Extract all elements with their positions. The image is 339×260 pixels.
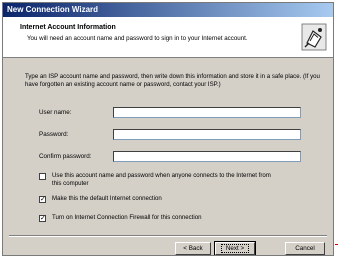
firewall-label: Turn on Internet Connection Firewall for… <box>52 214 202 221</box>
back-button[interactable]: < Back <box>175 242 211 255</box>
header-title: Internet Account Information <box>20 24 116 31</box>
cancel-button[interactable]: Cancel <box>285 242 325 255</box>
use-account-checkbox[interactable] <box>39 173 46 180</box>
red-marker <box>335 244 338 245</box>
wizard-window: New Connection Wizard Internet Account I… <box>2 2 334 256</box>
confirm-password-input[interactable] <box>113 151 301 162</box>
use-account-line2: this computer <box>52 179 89 187</box>
check-mark-icon: ✓ <box>40 196 46 203</box>
default-connection-label: Make this the default Internet connectio… <box>52 195 162 202</box>
password-label: Password: <box>39 131 68 138</box>
next-button-label: Next > <box>220 244 250 253</box>
confirm-password-label-text: Confirm password: <box>39 153 92 160</box>
check-mark-icon: ✓ <box>40 215 46 222</box>
button-separator <box>9 235 327 237</box>
next-button[interactable]: Next > <box>214 241 256 255</box>
user-name-label: User name: <box>39 109 72 116</box>
default-connection-checkbox[interactable]: ✓ <box>39 196 46 203</box>
wizard-header: Internet Account Information You will ne… <box>3 17 333 58</box>
connection-wizard-icon <box>301 23 327 51</box>
title-bar: New Connection Wizard <box>3 3 333 17</box>
password-label-text: Password: <box>39 131 69 138</box>
firewall-checkbox[interactable]: ✓ <box>39 215 46 222</box>
header-subtitle: You will need an account name and passwo… <box>27 35 248 42</box>
window-title: New Connection Wizard <box>7 5 99 14</box>
use-account-label: Use this account name and password when … <box>52 172 271 187</box>
user-name-input[interactable] <box>113 107 301 118</box>
user-name-label-text: User name: <box>39 109 72 116</box>
intro-text: Type an ISP account name and password, t… <box>25 73 320 88</box>
use-account-line1: Use this account name and password when … <box>52 172 271 179</box>
password-input[interactable] <box>113 129 301 140</box>
confirm-password-label: Confirm password: <box>39 153 92 160</box>
